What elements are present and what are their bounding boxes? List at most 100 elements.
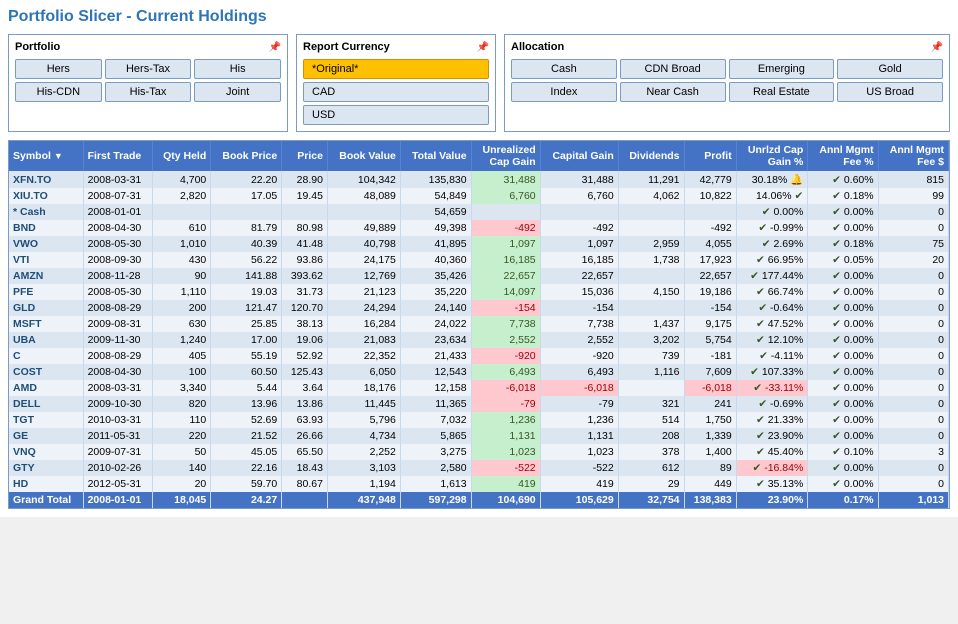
cell-cap-gain: 419: [540, 476, 618, 492]
col-annl-mgmt-fee-dollar[interactable]: Annl MgmtFee $: [878, 141, 948, 171]
footer-price: [282, 492, 328, 508]
cell-qty: 3,340: [153, 380, 211, 396]
cell-book-value: 24,294: [327, 300, 400, 316]
col-capital-gain[interactable]: Capital Gain: [540, 141, 618, 171]
cell-fee-pct: ✔ 0.60%: [808, 171, 878, 188]
alloc-btn-gold[interactable]: Gold: [837, 59, 943, 79]
portfolio-btn-his[interactable]: His: [194, 59, 281, 79]
footer-label: Grand Total: [9, 492, 83, 508]
cell-book-price: 55.19: [211, 348, 282, 364]
cell-price: 393.62: [282, 268, 328, 284]
cell-book-value: 16,284: [327, 316, 400, 332]
cell-book-price: 56.22: [211, 252, 282, 268]
cell-unrealized: 419: [471, 476, 540, 492]
cell-book-price: 25.85: [211, 316, 282, 332]
cell-profit: 10,822: [684, 188, 736, 204]
alloc-btn-index[interactable]: Index: [511, 82, 617, 102]
cell-dividends: [618, 300, 684, 316]
cell-price: 41.48: [282, 236, 328, 252]
table-row: GLD 2008-08-29 200 121.47 120.70 24,294 …: [9, 300, 949, 316]
cell-fee-dollar: 0: [878, 300, 948, 316]
col-profit[interactable]: Profit: [684, 141, 736, 171]
cell-book-value: [327, 204, 400, 220]
cell-dividends: 2,959: [618, 236, 684, 252]
col-unrlzd-pct[interactable]: Unrlzd CapGain %: [736, 141, 808, 171]
alloc-btn-real-estate[interactable]: Real Estate: [729, 82, 835, 102]
currency-btn-usd[interactable]: USD: [303, 105, 489, 125]
cell-first-trade: 2009-07-31: [83, 444, 153, 460]
cell-first-trade: 2008-09-30: [83, 252, 153, 268]
table-row: XIU.TO 2008-07-31 2,820 17.05 19.45 48,0…: [9, 188, 949, 204]
cell-fee-dollar: 3: [878, 444, 948, 460]
cell-fee-pct: ✔ 0.18%: [808, 188, 878, 204]
cell-price: 26.66: [282, 428, 328, 444]
holdings-table: Symbol ▼ First Trade Qty Held Book Price…: [9, 141, 949, 508]
cell-pct: ✔ -0.64%: [736, 300, 808, 316]
cell-total-value: 24,022: [400, 316, 471, 332]
cell-unrealized: 16,185: [471, 252, 540, 268]
portfolio-btn-hers[interactable]: Hers: [15, 59, 102, 79]
cell-price: 52.92: [282, 348, 328, 364]
currency-btn-original[interactable]: *Original*: [303, 59, 489, 79]
cell-profit: 7,609: [684, 364, 736, 380]
cell-book-price: 60.50: [211, 364, 282, 380]
allocation-pin-icon[interactable]: 📌: [931, 42, 943, 53]
cell-dividends: 4,150: [618, 284, 684, 300]
currency-btn-cad[interactable]: CAD: [303, 82, 489, 102]
cell-first-trade: 2009-08-31: [83, 316, 153, 332]
cell-cap-gain: 22,657: [540, 268, 618, 284]
cell-price: 80.67: [282, 476, 328, 492]
cell-price: 93.86: [282, 252, 328, 268]
cell-fee-dollar: 0: [878, 332, 948, 348]
cell-fee-dollar: 20: [878, 252, 948, 268]
portfolio-btn-joint[interactable]: Joint: [194, 82, 281, 102]
cell-cap-gain: 16,185: [540, 252, 618, 268]
cell-book-price: 22.20: [211, 171, 282, 188]
cell-symbol: VNQ: [9, 444, 83, 460]
cell-first-trade: 2011-05-31: [83, 428, 153, 444]
alloc-btn-emerging[interactable]: Emerging: [729, 59, 835, 79]
col-book-price[interactable]: Book Price: [211, 141, 282, 171]
cell-fee-pct: ✔ 0.00%: [808, 348, 878, 364]
col-dividends[interactable]: Dividends: [618, 141, 684, 171]
col-unrealized-cap-gain[interactable]: UnrealizedCap Gain: [471, 141, 540, 171]
footer-cap-gain: 105,629: [540, 492, 618, 508]
alloc-btn-near-cash[interactable]: Near Cash: [620, 82, 726, 102]
cell-unrealized: 2,552: [471, 332, 540, 348]
cell-fee-pct: ✔ 0.00%: [808, 380, 878, 396]
cell-book-value: 40,798: [327, 236, 400, 252]
cell-dividends: [618, 380, 684, 396]
col-qty[interactable]: Qty Held: [153, 141, 211, 171]
cell-total-value: 35,426: [400, 268, 471, 284]
cell-qty: 4,700: [153, 171, 211, 188]
col-price[interactable]: Price: [282, 141, 328, 171]
cell-profit: 89: [684, 460, 736, 476]
cell-first-trade: 2008-07-31: [83, 188, 153, 204]
cell-fee-pct: ✔ 0.00%: [808, 396, 878, 412]
alloc-btn-us-broad[interactable]: US Broad: [837, 82, 943, 102]
currency-pin-icon[interactable]: 📌: [477, 42, 489, 53]
cell-symbol: VTI: [9, 252, 83, 268]
col-total-value[interactable]: Total Value: [400, 141, 471, 171]
alloc-btn-cdn-broad[interactable]: CDN Broad: [620, 59, 726, 79]
cell-dividends: [618, 204, 684, 220]
cell-dividends: 208: [618, 428, 684, 444]
cell-total-value: 7,032: [400, 412, 471, 428]
cell-book-price: 19.03: [211, 284, 282, 300]
table-header-row: Symbol ▼ First Trade Qty Held Book Price…: [9, 141, 949, 171]
portfolio-panel-title: Portfolio 📌: [15, 41, 281, 53]
alloc-btn-cash[interactable]: Cash: [511, 59, 617, 79]
cell-fee-pct: ✔ 0.10%: [808, 444, 878, 460]
portfolio-btn-hers-tax[interactable]: Hers-Tax: [105, 59, 192, 79]
cell-price: 125.43: [282, 364, 328, 380]
cell-profit: 5,754: [684, 332, 736, 348]
col-book-value[interactable]: Book Value: [327, 141, 400, 171]
cell-pct: ✔ 47.52%: [736, 316, 808, 332]
portfolio-pin-icon[interactable]: 📌: [269, 42, 281, 53]
col-first-trade[interactable]: First Trade: [83, 141, 153, 171]
portfolio-btn-his-tax[interactable]: His-Tax: [105, 82, 192, 102]
portfolio-btn-his-cdn[interactable]: His-CDN: [15, 82, 102, 102]
col-annl-mgmt-fee-pct[interactable]: Annl MgmtFee %: [808, 141, 878, 171]
cell-unrealized: 7,738: [471, 316, 540, 332]
col-symbol[interactable]: Symbol ▼: [9, 141, 83, 171]
